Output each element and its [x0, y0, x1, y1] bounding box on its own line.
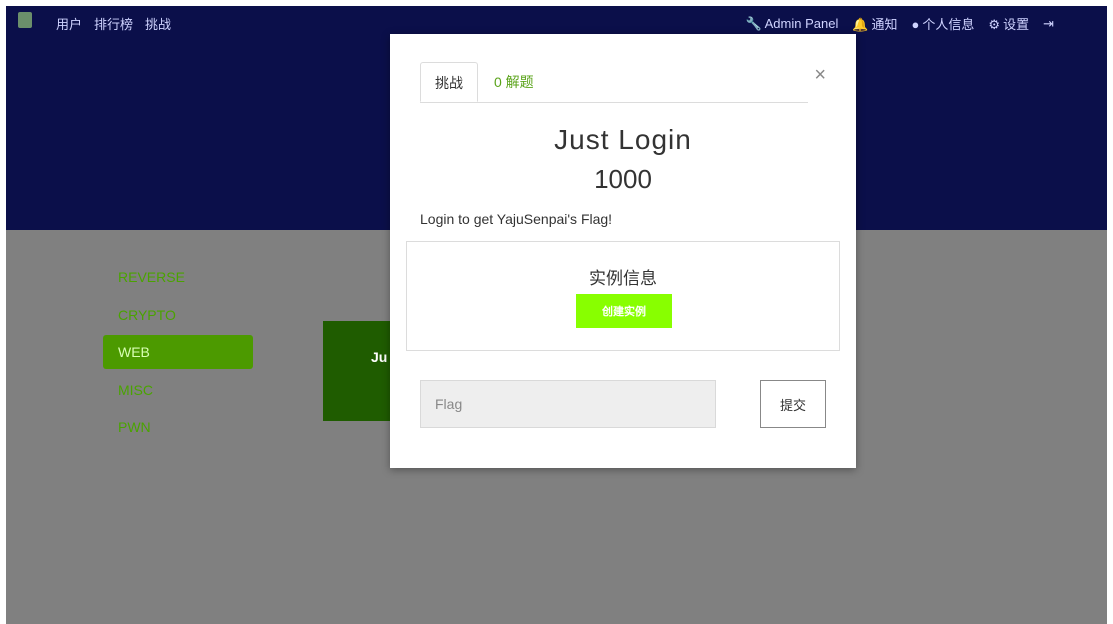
challenge-title: Just Login: [554, 124, 692, 155]
tab-solves[interactable]: 0 解题: [480, 62, 548, 102]
category-misc[interactable]: MISC: [103, 373, 253, 407]
category-web[interactable]: WEB: [103, 335, 253, 369]
logo-icon[interactable]: [18, 12, 32, 28]
submit-button[interactable]: 提交: [760, 380, 826, 428]
nav-scoreboard[interactable]: 排行榜: [94, 14, 133, 33]
nav-logout[interactable]: ⇥: [1043, 16, 1057, 32]
page: 用户 排行榜 挑战 🔧 Admin Panel 🔔 通知 ● 个人信息 ⚙ 设置 ⇥ R…: [6, 6, 1107, 624]
user-icon: ●: [911, 17, 920, 32]
close-icon[interactable]: ×: [814, 64, 826, 87]
category-crypto[interactable]: CRYPTO: [103, 298, 253, 332]
nav-right: 🔧 Admin Panel 🔔 通知 ● 个人信息 ⚙ 设置 ⇥: [745, 14, 1057, 33]
create-instance-button[interactable]: 创建实例: [576, 294, 672, 328]
nav-users[interactable]: 用户: [56, 14, 82, 33]
bell-icon: 🔔: [852, 17, 869, 32]
category-reverse[interactable]: REVERSE: [103, 260, 253, 294]
challenge-card-title: Ju: [371, 349, 388, 365]
instance-title: 实例信息: [589, 269, 657, 288]
instance-panel: 实例信息 创建实例: [406, 241, 840, 351]
gears-icon: ⚙: [988, 17, 1001, 32]
nav-admin-panel[interactable]: 🔧 Admin Panel: [745, 16, 838, 32]
challenge-score: 1000: [594, 164, 652, 194]
flag-input[interactable]: [420, 380, 716, 428]
tab-challenge[interactable]: 挑战: [420, 62, 478, 102]
nav-notifications[interactable]: 🔔 通知: [852, 14, 897, 33]
nav-profile[interactable]: ● 个人信息: [912, 14, 975, 33]
nav-settings[interactable]: ⚙ 设置: [988, 14, 1029, 33]
nav-left: 用户 排行榜 挑战: [56, 14, 171, 33]
challenge-description: Login to get YajuSenpai's Flag!: [420, 211, 613, 227]
nav-challenges[interactable]: 挑战: [145, 14, 171, 33]
category-pwn[interactable]: PWN: [103, 410, 253, 444]
wrench-icon: 🔧: [745, 15, 762, 31]
logout-icon: ⇥: [1043, 15, 1054, 31]
modal-tabs: 挑战 0 解题: [420, 62, 808, 103]
challenge-modal: 挑战 0 解题 × Just Login 1000 Login to get Y…: [390, 34, 856, 468]
